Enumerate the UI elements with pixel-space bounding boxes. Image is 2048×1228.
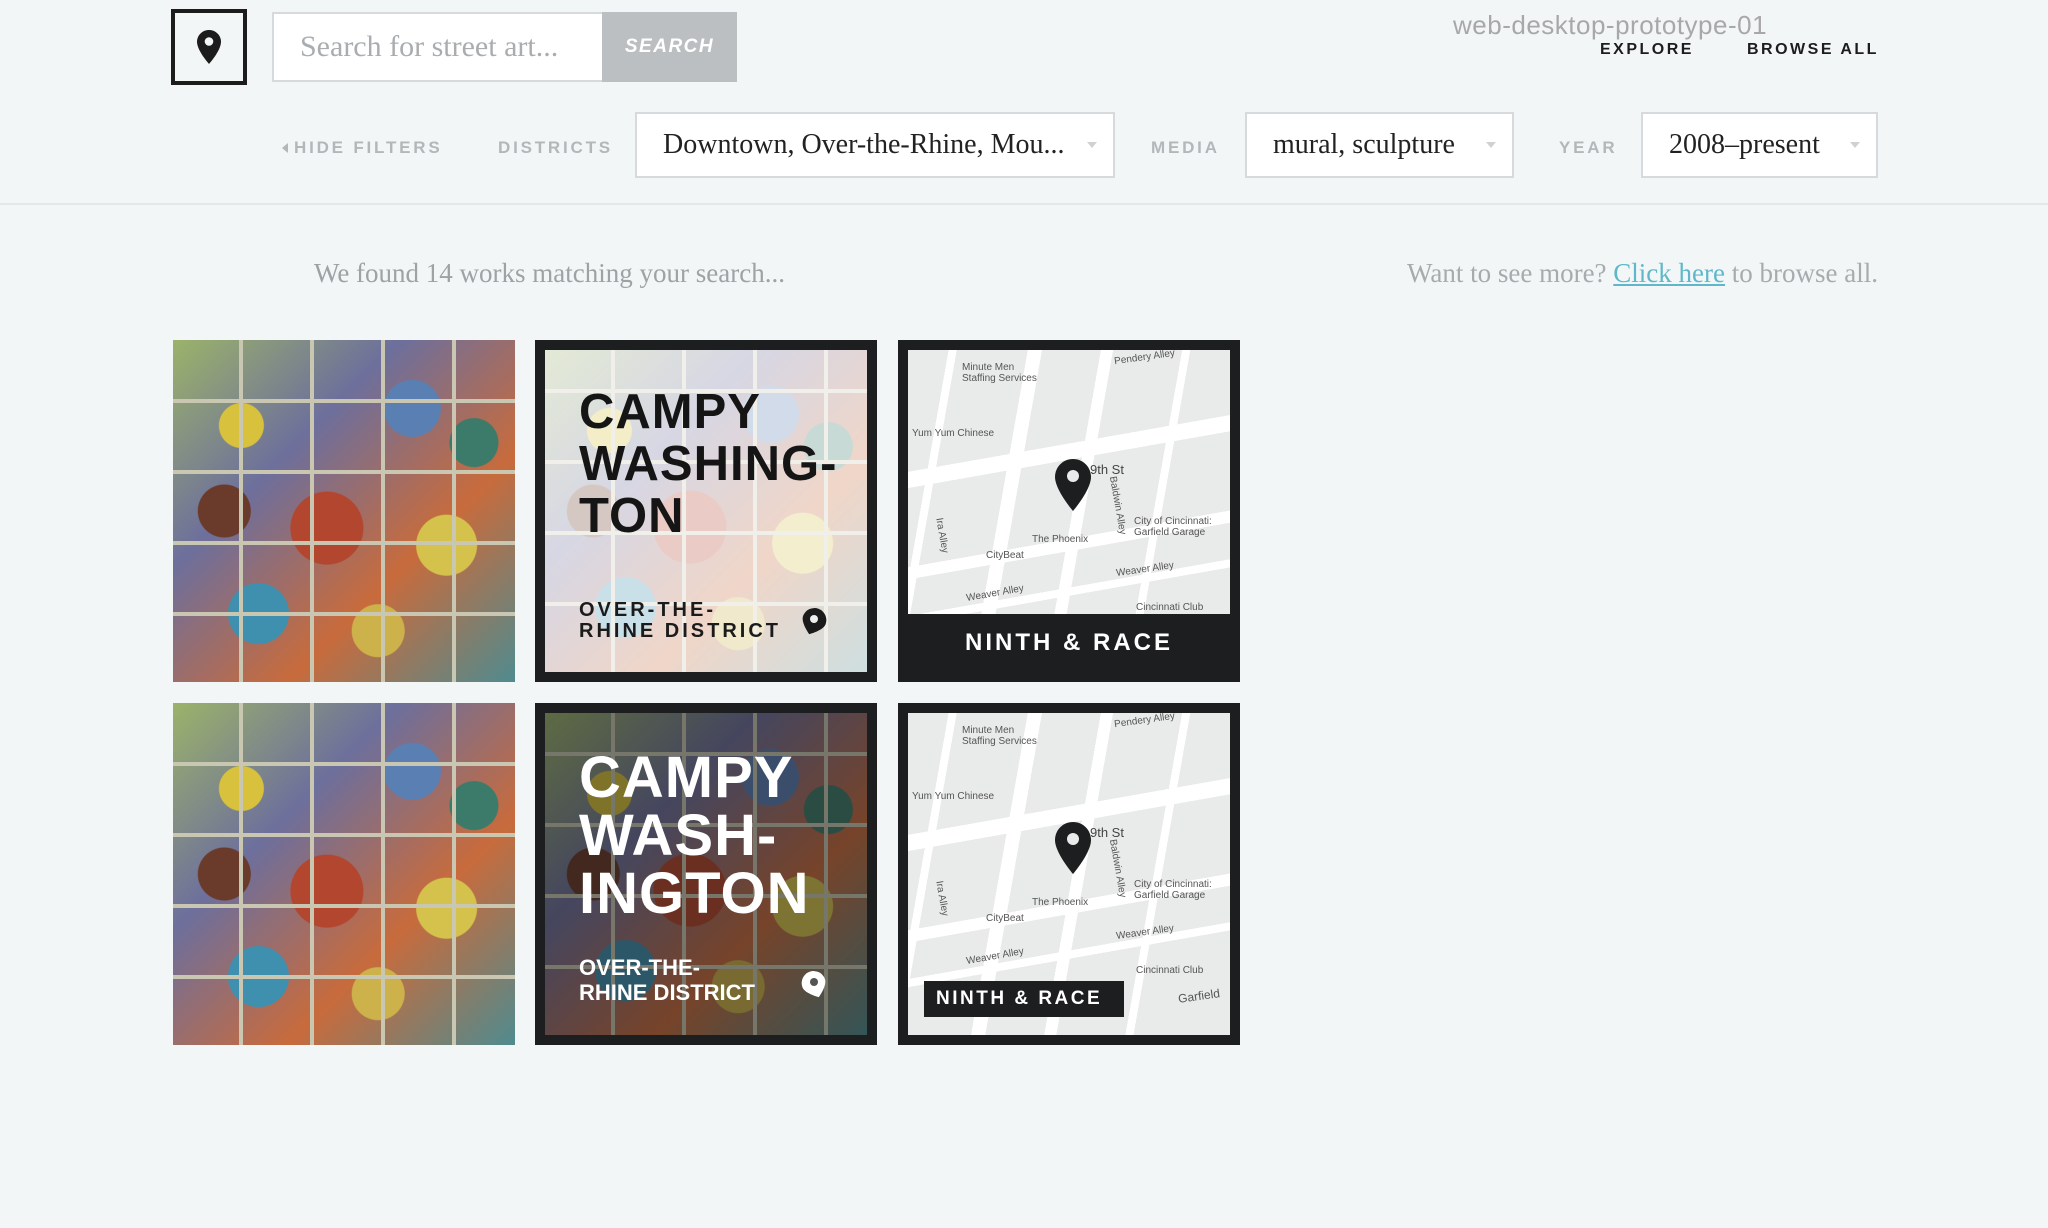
map-street-label: Baldwin Alley (1106, 475, 1128, 536)
artwork-title: CAMPY WASHING- TON (579, 385, 838, 543)
map-pin-icon (1055, 459, 1091, 511)
map-street-label: Weaver Alley (1115, 923, 1175, 942)
map-street-label: Ira Alley (933, 517, 951, 554)
map-label: Cincinnati Club (1136, 602, 1204, 613)
map-label: The Phoenix (1032, 534, 1089, 545)
year-value: 2008–present (1669, 129, 1820, 160)
map-label: CityBeat (986, 550, 1024, 561)
artwork-title: CAMPY WASH- INGTON (579, 745, 810, 926)
artwork-district: OVER-THE- RHINE DISTRICT (579, 955, 755, 1005)
districts-select[interactable]: Downtown, Over-the-Rhine, Mou... (635, 112, 1115, 178)
results-count-text: We found 14 works matching your search..… (314, 258, 785, 288)
map-label: CityBeat (986, 913, 1024, 924)
hide-filters-toggle[interactable]: HIDE FILTERS (282, 138, 443, 158)
districts-label: DISTRICTS (498, 138, 613, 157)
map-street-label: Ira Alley (933, 880, 951, 917)
chevron-down-icon (1486, 142, 1496, 148)
browse-all-link[interactable]: Click here (1613, 258, 1725, 288)
browse-more-suffix: to browse all. (1731, 258, 1878, 288)
map-street-label: Baldwin Alley (1106, 838, 1128, 899)
location-pin-icon (802, 608, 827, 635)
map-label: Minute Men Staffing Services (962, 725, 1037, 747)
chevron-down-icon (1850, 142, 1860, 148)
location-pin-icon (197, 30, 221, 64)
map-pin-icon (1055, 822, 1091, 874)
map-street-label: Pendery Alley (1113, 347, 1176, 368)
prototype-label: web-desktop-prototype-01 (1453, 10, 1768, 40)
nav-browse-all[interactable]: BROWSE ALL (1747, 41, 1879, 59)
map-street-label: Garfield (1177, 986, 1221, 1006)
map-label: Minute Men Staffing Services (962, 362, 1037, 384)
search-button[interactable]: SEARCH (602, 12, 737, 82)
media-value: mural, sculpture (1273, 129, 1455, 160)
districts-value: Downtown, Over-the-Rhine, Mou... (663, 129, 1065, 160)
map-street-label: 9th St (1090, 462, 1124, 477)
map-location-label: NINTH & RACE (924, 981, 1125, 1017)
year-select[interactable]: 2008–present (1641, 112, 1878, 178)
map-label: City of Cincinnati: Garfield Garage (1134, 879, 1212, 901)
map-label: City of Cincinnati: Garfield Garage (1134, 516, 1212, 538)
search-input[interactable]: Search for street art... (272, 12, 602, 82)
map-label: The Phoenix (1032, 897, 1089, 908)
map-label: Yum Yum Chinese (912, 791, 995, 802)
media-select[interactable]: mural, sculpture (1245, 112, 1514, 178)
artwork-image-tile[interactable] (173, 340, 515, 682)
caret-left-icon (282, 143, 288, 153)
hide-filters-label: HIDE FILTERS (294, 138, 443, 157)
year-label: YEAR (1559, 138, 1618, 157)
artwork-title-card[interactable]: CAMPY WASH- INGTON OVER-THE- RHINE DISTR… (535, 703, 877, 1045)
media-label: MEDIA (1151, 138, 1220, 157)
browse-more-prefix: Want to see more? (1407, 258, 1607, 288)
map-street-label: 9th St (1090, 825, 1124, 840)
artwork-title-card[interactable]: CAMPY WASHING- TON OVER-THE- RHINE DISTR… (535, 340, 877, 682)
browse-more-text: Want to see more? Click here to browse a… (1407, 258, 1878, 289)
artwork-map-tile[interactable]: Minute Men Staffing Services Yum Yum Chi… (898, 703, 1240, 1045)
map-location-label: NINTH & RACE (908, 614, 1230, 672)
map-street-label: Weaver Alley (965, 583, 1025, 604)
map-street-label: Pendery Alley (1113, 710, 1176, 731)
logo-button[interactable] (171, 9, 247, 85)
artwork-image-tile[interactable] (173, 703, 515, 1045)
artwork-district: OVER-THE- RHINE DISTRICT (579, 599, 781, 642)
map-street-label: Weaver Alley (1115, 560, 1175, 579)
artwork-map-tile[interactable]: Minute Men Staffing Services Yum Yum Chi… (898, 340, 1240, 682)
chevron-down-icon (1087, 142, 1097, 148)
map-label: Yum Yum Chinese (912, 428, 995, 439)
location-pin-icon (801, 971, 826, 998)
map-label: Cincinnati Club (1136, 965, 1204, 976)
header-divider (0, 203, 2048, 205)
nav-explore[interactable]: EXPLORE (1600, 41, 1694, 59)
map-street-label: Weaver Alley (965, 946, 1025, 967)
